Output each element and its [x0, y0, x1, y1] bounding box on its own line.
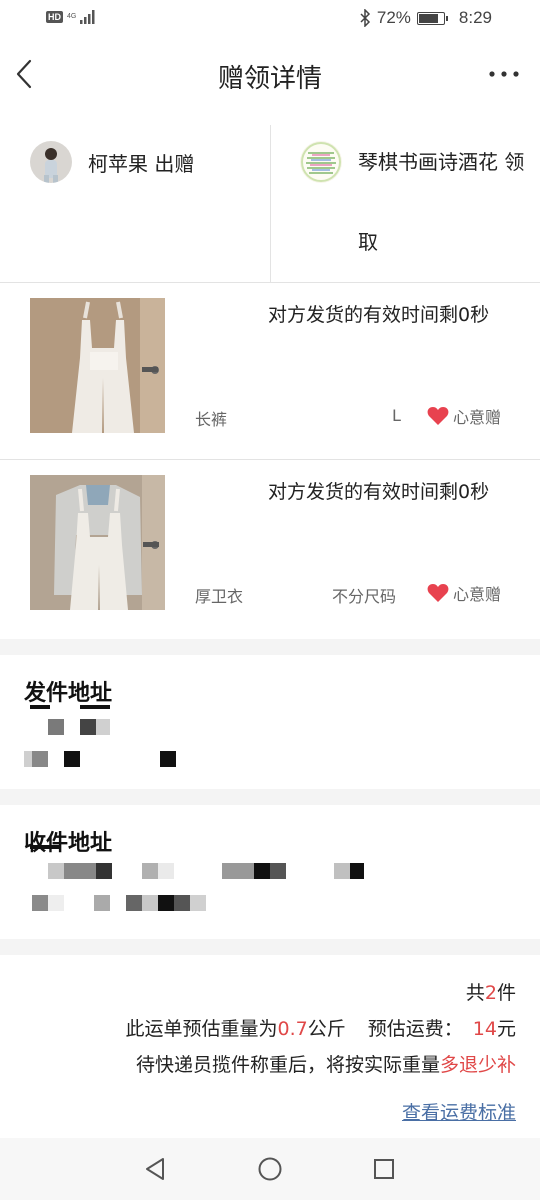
receiver-address-redacted: [30, 845, 364, 911]
giver-info[interactable]: 柯苹果 出赠: [30, 141, 194, 183]
weight-note: 待快递员揽件称重后，将按实际重量多退少补: [136, 1050, 516, 1077]
weight-unit: 公斤: [307, 1018, 346, 1040]
heart-icon: [427, 407, 449, 425]
item-size: 不分尺码: [332, 587, 397, 606]
page-title: 赠领详情: [217, 64, 322, 94]
status-left: HD 4G: [46, 10, 96, 24]
note-highlight: 多退少补: [439, 1054, 516, 1076]
nav-home-icon[interactable]: [257, 1156, 283, 1182]
weight-label: 此运单预估重量为: [125, 1018, 278, 1040]
item-count-value: 2: [484, 982, 497, 1004]
fee-label: 预估运费：: [367, 1018, 463, 1040]
signal-icon: [80, 10, 95, 24]
gift-type: 心意赠: [427, 581, 501, 605]
bluetooth-icon: [360, 9, 370, 27]
item-count-suffix: 件: [496, 982, 516, 1004]
gift-item[interactable]: 对方发货的有效时间剩0秒 厚卫衣 不分尺码 心意赠: [0, 461, 540, 639]
nav-back-icon[interactable]: [143, 1156, 167, 1182]
parties-divider: [270, 125, 271, 282]
battery-icon: [416, 11, 448, 25]
item-photo[interactable]: [30, 475, 165, 610]
item-count-prefix: 共: [465, 982, 485, 1004]
item-size: L: [392, 406, 401, 425]
network-type: 4G: [67, 13, 76, 21]
receiver-label: 琴棋书画诗酒花 领取: [358, 150, 525, 254]
gift-type: 心意赠: [427, 404, 501, 428]
fee-unit: 元: [496, 1018, 516, 1040]
gift-item[interactable]: 对方发货的有效时间剩0秒 长裤 L 心意赠: [0, 284, 540, 460]
item-photo[interactable]: [30, 298, 165, 433]
gift-type-label: 心意赠: [453, 408, 502, 427]
heart-icon: [427, 584, 449, 602]
item-count: 共2件: [466, 978, 516, 1005]
battery-percent: 72%: [376, 8, 411, 27]
section-gap: [0, 939, 540, 955]
note-text: 待快递员揽件称重后，将按实际重量: [135, 1054, 440, 1076]
item-category: 长裤: [195, 410, 228, 429]
receiver-info[interactable]: 琴棋书画诗酒花 领取: [300, 141, 524, 254]
system-nav-bar: [0, 1138, 540, 1200]
giver-avatar[interactable]: [30, 141, 72, 183]
item-timer: 对方发货的有效时间剩0秒: [268, 481, 490, 503]
sender-address-redacted: [24, 705, 176, 767]
item-category: 厚卫衣: [195, 587, 244, 606]
receiver-avatar[interactable]: [300, 141, 342, 183]
shipping-summary: 共2件 此运单预估重量为0.7公斤 预估运费： 14元 待快递员揽件称重后，将按实际…: [0, 956, 540, 1140]
status-bar: HD 4G 72% 8:29: [0, 0, 540, 40]
weight-fee-line: 此运单预估重量为0.7公斤 预估运费： 14元: [126, 1014, 516, 1041]
status-right: 72% 8:29: [359, 8, 492, 28]
receiver-address-section: 收件地址: [0, 805, 540, 939]
view-fee-standard-link[interactable]: 查看运费标准: [402, 1098, 516, 1125]
parties-section: 柯苹果 出赠 琴棋书画诗酒花 领取: [0, 125, 540, 283]
giver-label: 柯苹果 出赠: [88, 151, 195, 176]
item-timer: 对方发货的有效时间剩0秒: [268, 304, 490, 326]
fee-value: 14: [472, 1018, 497, 1040]
nav-bar: 赠领详情: [0, 44, 540, 108]
section-gap: [0, 789, 540, 805]
clock: 8:29: [458, 8, 492, 27]
section-gap: [0, 639, 540, 655]
weight-value: 0.7: [277, 1018, 308, 1040]
more-options-icon[interactable]: [488, 64, 520, 84]
hd-badge: HD: [46, 11, 63, 23]
sender-address-section: 发件地址: [0, 655, 540, 789]
network-type-label: 4G: [67, 13, 77, 20]
nav-recents-icon[interactable]: [372, 1156, 396, 1182]
gift-type-label: 心意赠: [453, 585, 502, 604]
